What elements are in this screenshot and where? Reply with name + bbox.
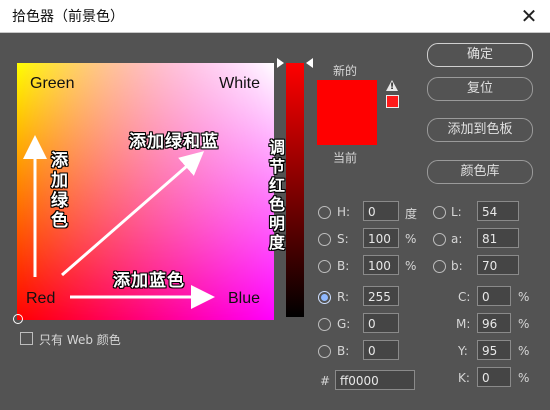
input-m[interactable]: 96 bbox=[477, 313, 511, 333]
unit-y: % bbox=[518, 344, 530, 358]
unit-c: % bbox=[518, 290, 530, 304]
radio-b[interactable] bbox=[318, 260, 331, 273]
gamut-swatch[interactable] bbox=[386, 95, 399, 108]
label-h: H: bbox=[337, 205, 351, 219]
label-y: Y: bbox=[458, 344, 468, 358]
new-color-swatch bbox=[317, 80, 377, 145]
radio-g[interactable] bbox=[318, 318, 331, 331]
input-b[interactable]: 100 bbox=[363, 255, 399, 275]
color-field[interactable]: Green White Red Blue 添加绿色 添加绿和蓝 添加蓝色 bbox=[13, 63, 274, 324]
radio-l[interactable] bbox=[433, 206, 446, 219]
label-a: a: bbox=[451, 232, 463, 246]
radio-r[interactable] bbox=[318, 291, 331, 304]
annotation-add-green-blue: 添加绿和蓝 bbox=[129, 132, 219, 152]
unit-m: % bbox=[518, 317, 530, 331]
window-title: 拾色器（前景色） bbox=[12, 9, 124, 25]
input-rgb-b[interactable]: 0 bbox=[363, 340, 399, 360]
new-color-label: 新的 bbox=[333, 64, 358, 78]
label-b: B: bbox=[337, 259, 350, 273]
color-libraries-button[interactable]: 颜色库 bbox=[427, 160, 533, 184]
label-hex: # bbox=[320, 374, 331, 388]
title-bar: 拾色器（前景色） ✕ bbox=[0, 0, 550, 33]
input-l[interactable]: 54 bbox=[477, 201, 519, 221]
input-s[interactable]: 100 bbox=[363, 228, 399, 248]
label-l: L: bbox=[451, 205, 462, 219]
web-only-label: 只有 Web 颜色 bbox=[39, 333, 121, 347]
unit-s: % bbox=[405, 232, 417, 246]
input-a[interactable]: 81 bbox=[477, 228, 519, 248]
input-g[interactable]: 0 bbox=[363, 313, 399, 333]
label-c: C: bbox=[458, 290, 471, 304]
label-m: M: bbox=[456, 317, 471, 331]
ok-button[interactable]: 确定 bbox=[427, 43, 533, 67]
corner-label-white: White bbox=[219, 75, 260, 92]
label-s: S: bbox=[337, 232, 349, 246]
label-rgb-b: B: bbox=[337, 344, 350, 358]
add-to-swatches-button[interactable]: 添加到色板 bbox=[427, 118, 533, 142]
radio-s[interactable] bbox=[318, 233, 331, 246]
web-only-checkbox[interactable] bbox=[20, 332, 33, 345]
annotation-add-blue: 添加蓝色 bbox=[113, 271, 185, 291]
input-hex[interactable]: ff0000 bbox=[335, 370, 415, 390]
corner-label-green: Green bbox=[30, 75, 75, 92]
brightness-slider[interactable] bbox=[286, 63, 304, 317]
corner-label-blue: Blue bbox=[227, 290, 260, 307]
radio-a[interactable] bbox=[433, 233, 446, 246]
label-lab-b: b: bbox=[451, 259, 463, 273]
radio-lab-b[interactable] bbox=[433, 260, 446, 273]
input-c[interactable]: 0 bbox=[477, 286, 511, 306]
picker-cursor[interactable] bbox=[13, 314, 23, 324]
unit-degree: 度 bbox=[405, 207, 418, 221]
corner-label-red: Red bbox=[26, 290, 56, 307]
warning-exclamation: ! bbox=[390, 82, 395, 92]
input-lab-b[interactable]: 70 bbox=[477, 255, 519, 275]
input-h[interactable]: 0 bbox=[363, 201, 399, 221]
label-k: K: bbox=[458, 371, 470, 385]
radio-h[interactable] bbox=[318, 206, 331, 219]
annotation-add-green: 添加绿色 bbox=[51, 151, 69, 231]
input-y[interactable]: 95 bbox=[477, 340, 511, 360]
input-r[interactable]: 255 bbox=[363, 286, 399, 306]
label-g: G: bbox=[337, 317, 351, 331]
unit-b: % bbox=[405, 259, 417, 273]
input-k[interactable]: 0 bbox=[477, 367, 511, 387]
reset-button[interactable]: 复位 bbox=[427, 77, 533, 101]
slider-handle-right-icon[interactable] bbox=[306, 58, 313, 68]
slider-handle-left-icon[interactable] bbox=[277, 58, 284, 68]
radio-rgb-b[interactable] bbox=[318, 345, 331, 358]
close-icon[interactable]: ✕ bbox=[516, 3, 542, 29]
unit-k: % bbox=[518, 371, 530, 385]
label-r: R: bbox=[337, 290, 350, 304]
current-color-label: 当前 bbox=[333, 151, 358, 165]
